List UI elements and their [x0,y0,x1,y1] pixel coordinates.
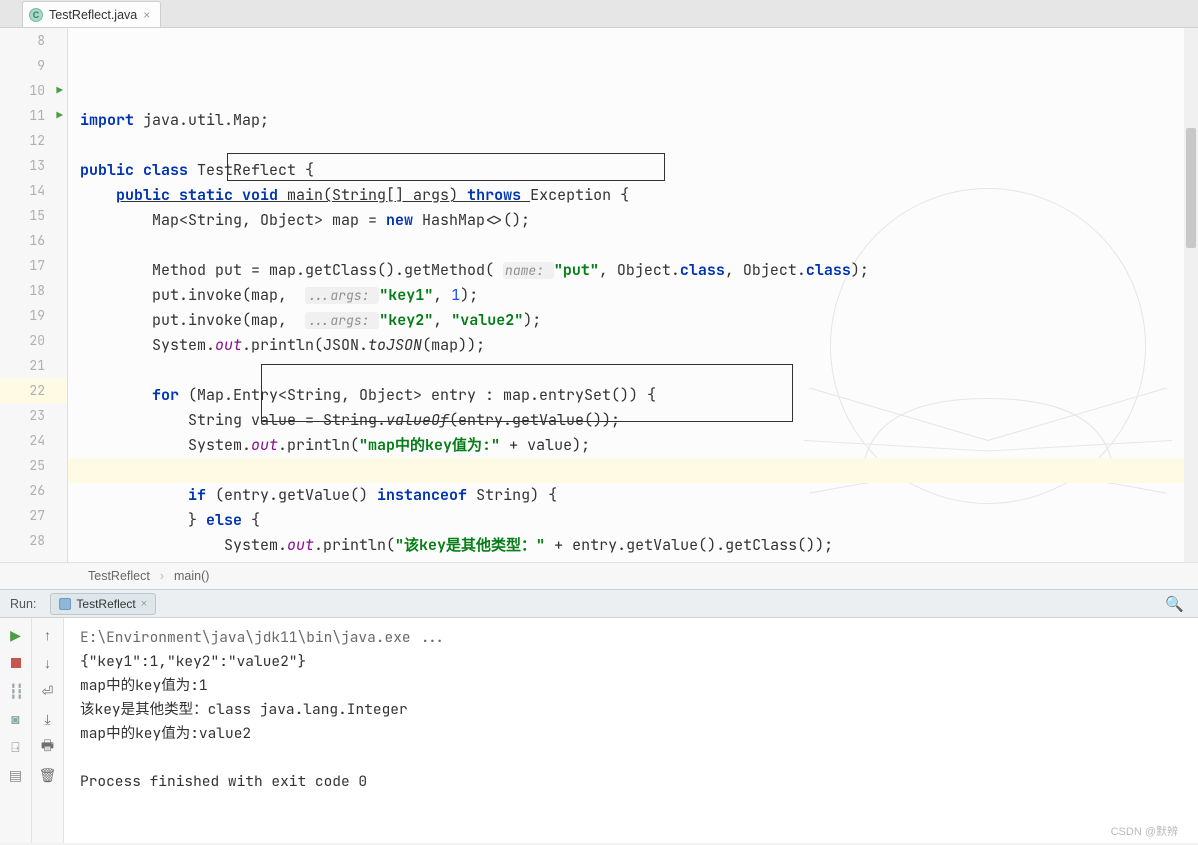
console-line: map中的key值为:1 [80,674,1182,698]
wrap-icon[interactable]: ⏎ [39,682,57,700]
rerun-icon[interactable]: ▶ [7,626,25,644]
breadcrumb-class[interactable]: TestReflect [88,569,150,583]
code-line[interactable]: } else { [68,508,1198,533]
editor-pane: 8910▶11▶12131415161718192021222324252627… [0,28,1198,562]
line-number[interactable]: 23 [0,403,67,428]
code-line[interactable]: System.out.println("该key是其他类型：" + entry.… [68,533,1198,558]
line-number[interactable]: 11▶ [0,103,67,128]
run-config-name: TestReflect [76,597,135,611]
print-icon[interactable]: 🖶 [39,738,57,756]
console-line: Process finished with exit code 0 [80,770,1182,794]
code-line[interactable]: put.invoke(map, ...args: "key2", "value2… [68,308,1198,333]
line-number[interactable]: 18 [0,278,67,303]
code-line[interactable]: if (entry.getValue() instanceof String) … [68,483,1198,508]
pause-icon[interactable]: ┇┇ [7,682,25,700]
console-output[interactable]: E:\Environment\java\jdk11\bin\java.exe .… [64,618,1198,843]
camera-icon[interactable]: ◙ [7,710,25,728]
stop-icon[interactable] [7,654,25,672]
line-number[interactable]: 26 [0,478,67,503]
console-line: 该key是其他类型：class java.lang.Integer [80,698,1182,722]
search-icon[interactable]: 🔍 [1165,595,1184,613]
watermark: CSDN @默辨 [1111,823,1178,839]
code-line[interactable] [68,458,1198,483]
breadcrumb: TestReflect › main() [0,562,1198,590]
run-toolwindow-body: ▶ ┇┇ ◙ ⍈ ▤ ↑ ↓ ⏎ ⤓ 🖶 🗑 E:\Environment\ja… [0,618,1198,843]
code-line[interactable]: String value = String.valueOf(entry.getV… [68,408,1198,433]
run-config-tab[interactable]: TestReflect × [50,593,156,615]
chevron-right-icon: › [160,569,164,583]
exit-icon[interactable]: ⍈ [7,738,25,756]
line-number[interactable]: 13 [0,153,67,178]
line-number[interactable]: 20 [0,328,67,353]
trash-icon[interactable]: 🗑 [39,766,57,784]
line-number-gutter[interactable]: 8910▶11▶12131415161718192021222324252627… [0,28,68,562]
code-line[interactable]: put.invoke(map, ...args: "key1", 1); [68,283,1198,308]
code-line[interactable]: System.out.println("map中的key值为:" + value… [68,433,1198,458]
code-line[interactable]: System.out.println(JSON.toJSON(map)); [68,333,1198,358]
file-tab-label: TestReflect.java [49,8,137,22]
console-line: {"key1":1,"key2":"value2"} [80,650,1182,674]
run-toolwindow-header: Run: TestReflect × 🔍 [0,590,1198,618]
line-number[interactable]: 19 [0,303,67,328]
console-line: E:\Environment\java\jdk11\bin\java.exe .… [80,626,1182,650]
line-number[interactable]: 12 [0,128,67,153]
down-icon[interactable]: ↓ [39,654,57,672]
code-line[interactable]: for (Map.Entry<String, Object> entry : m… [68,383,1198,408]
java-class-icon: C [29,8,43,22]
close-icon[interactable]: × [143,8,150,22]
run-actions-column-1: ▶ ┇┇ ◙ ⍈ ▤ [0,618,32,843]
console-line: map中的key值为:value2 [80,722,1182,746]
scroll-to-end-icon[interactable]: ⤓ [39,710,57,728]
run-actions-column-2: ↑ ↓ ⏎ ⤓ 🖶 🗑 [32,618,64,843]
line-number[interactable]: 8 [0,28,67,53]
code-line[interactable]: public class TestReflect { [68,158,1198,183]
run-label: Run: [0,597,46,611]
code-line[interactable]: Map<String, Object> map = new HashMap<>(… [68,208,1198,233]
scrollbar-thumb[interactable] [1186,128,1196,248]
console-line [80,746,1182,770]
application-icon [59,598,71,610]
line-number[interactable]: 21 [0,353,67,378]
run-gutter-icon[interactable]: ▶ [56,84,63,98]
line-number[interactable]: 25 [0,453,67,478]
line-number[interactable]: 22 [0,378,67,403]
layout-icon[interactable]: ▤ [7,766,25,784]
line-number[interactable]: 27 [0,503,67,528]
code-line[interactable]: Method put = map.getClass().getMethod( n… [68,258,1198,283]
line-number[interactable]: 24 [0,428,67,453]
code-area[interactable]: import java.util.Map; public class TestR… [68,28,1198,562]
line-number[interactable]: 15 [0,203,67,228]
file-tab[interactable]: C TestReflect.java × [22,1,161,27]
code-line[interactable] [68,358,1198,383]
line-number[interactable]: 16 [0,228,67,253]
breadcrumb-method[interactable]: main() [174,569,209,583]
code-line[interactable]: public static void main(String[] args) t… [68,183,1198,208]
editor-tab-bar: C TestReflect.java × [0,0,1198,28]
up-icon[interactable]: ↑ [39,626,57,644]
editor-scrollbar[interactable] [1184,28,1198,562]
code-line[interactable] [68,233,1198,258]
code-line[interactable]: } [68,558,1198,562]
line-number[interactable]: 28 [0,528,67,553]
line-number[interactable]: 14 [0,178,67,203]
close-icon[interactable]: × [141,598,147,610]
line-number[interactable]: 17 [0,253,67,278]
line-number[interactable]: 10▶ [0,78,67,103]
code-line[interactable]: import java.util.Map; [68,108,1198,133]
line-number[interactable]: 9 [0,53,67,78]
code-line[interactable] [68,133,1198,158]
run-gutter-icon[interactable]: ▶ [56,109,63,123]
